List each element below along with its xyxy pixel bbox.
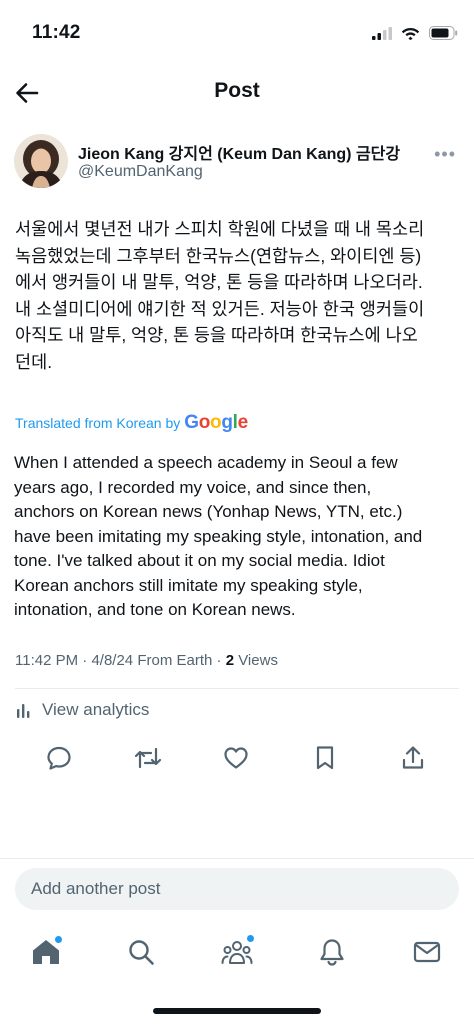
divider — [0, 858, 474, 859]
post-line: 아직도 내 말투, 억양, 톤 등을 따라하며 한국뉴스에 나오 — [15, 325, 418, 345]
author-row: Jieon Kang 강지언 (Keum Dan Kang) 금단강 @Keum… — [14, 132, 460, 192]
post-date: 4/8/24 — [91, 652, 134, 669]
bookmark-icon — [316, 746, 334, 770]
bottom-tab-bar — [0, 930, 474, 980]
bookmark-button[interactable] — [309, 742, 341, 774]
translated-line: anchors on Korean news (Yonhap News, YTN… — [14, 502, 403, 521]
communities-icon — [221, 941, 253, 964]
views-count: 2 — [225, 652, 235, 669]
translated-line: When I attended a speech academy in Seou… — [14, 453, 398, 472]
communities-notification-dot — [247, 935, 254, 942]
tab-messages[interactable] — [409, 934, 445, 970]
add-post-input[interactable] — [15, 868, 459, 910]
share-icon — [402, 746, 424, 769]
google-logo: Google — [184, 412, 248, 433]
nav-header: Post — [0, 70, 474, 114]
tab-communities[interactable] — [219, 934, 255, 970]
heart-icon — [224, 747, 248, 769]
meta-separator: · — [82, 652, 88, 669]
search-icon — [129, 940, 154, 965]
bar-chart-icon — [17, 704, 30, 718]
battery-icon — [429, 26, 458, 40]
like-button[interactable] — [220, 742, 252, 774]
wifi-icon — [401, 28, 420, 40]
bell-icon — [320, 939, 344, 966]
translated-line: have been imitating my speaking style, i… — [14, 526, 423, 546]
post-line: 서울에서 몇년전 내가 스피치 학원에 다녔을 때 내 목소리 — [15, 219, 425, 239]
reply-button[interactable] — [43, 742, 75, 774]
divider — [15, 688, 459, 689]
page-title: Post — [214, 79, 260, 102]
tab-search[interactable] — [123, 934, 159, 970]
reply-icon — [47, 746, 71, 770]
translation-attribution[interactable]: Translated from Korean by Google — [15, 412, 248, 434]
avatar[interactable] — [14, 134, 68, 188]
views-label: Views — [238, 652, 278, 669]
post-line: 에서 앵커들이 내 말투, 억양, 톤 등을 따라하며 나오더라. — [15, 272, 423, 292]
view-analytics-button[interactable]: View analytics — [16, 700, 149, 720]
post-text-translated: When I attended a speech academy in Seou… — [14, 451, 464, 623]
post-source: From Earth — [137, 652, 213, 669]
post-meta: 11:42 PM · 4/8/24 From Earth · 2 Views — [15, 652, 278, 669]
post-time: 11:42 PM — [15, 652, 79, 669]
post-text-original: 서울에서 몇년전 내가 스피치 학원에 다녔을 때 내 목소리 녹음했었는데 그… — [15, 216, 463, 375]
meta-separator: · — [216, 652, 222, 669]
repost-icon — [134, 747, 162, 769]
share-button[interactable] — [397, 742, 429, 774]
home-indicator — [153, 1008, 321, 1014]
translated-label[interactable]: Translated from Korean by — [15, 415, 180, 431]
status-time: 11:42 — [32, 22, 81, 43]
reply-composer[interactable] — [15, 868, 459, 910]
avatar-image — [14, 134, 68, 188]
home-notification-dot — [55, 936, 62, 943]
translated-line: years ago, I recorded my voice, and sinc… — [14, 477, 372, 497]
post-action-bar — [0, 738, 474, 778]
post-line: 녹음했었는데 그후부터 한국뉴스(연합뉴스, 와이티엔 등) — [15, 245, 422, 266]
author-name[interactable]: Jieon Kang 강지언 (Keum Dan Kang) 금단강 — [78, 140, 400, 164]
status-bar: 11:42 — [0, 0, 474, 70]
more-dots-icon[interactable]: ••• — [434, 144, 456, 165]
post-line: 내 소셜미디어에 얘기한 적 있거든. 저능아 한국 앵커들이 — [15, 298, 425, 319]
translated-line: intonation, and tone on Korean news. — [14, 600, 296, 619]
view-analytics-label: View analytics — [42, 700, 150, 719]
repost-button[interactable] — [132, 742, 164, 774]
cellular-signal-icon — [372, 26, 392, 40]
tab-notifications[interactable] — [314, 934, 350, 970]
tab-home[interactable] — [28, 934, 64, 970]
translated-line: Korean anchors still imitate my speaking… — [14, 575, 363, 595]
mail-icon — [413, 941, 441, 963]
author-handle[interactable]: @KeumDanKang — [78, 163, 203, 181]
post-line: 던데. — [15, 351, 53, 372]
status-icons — [372, 26, 458, 40]
translated-line: tone. I've talked about it on my social … — [14, 551, 385, 570]
